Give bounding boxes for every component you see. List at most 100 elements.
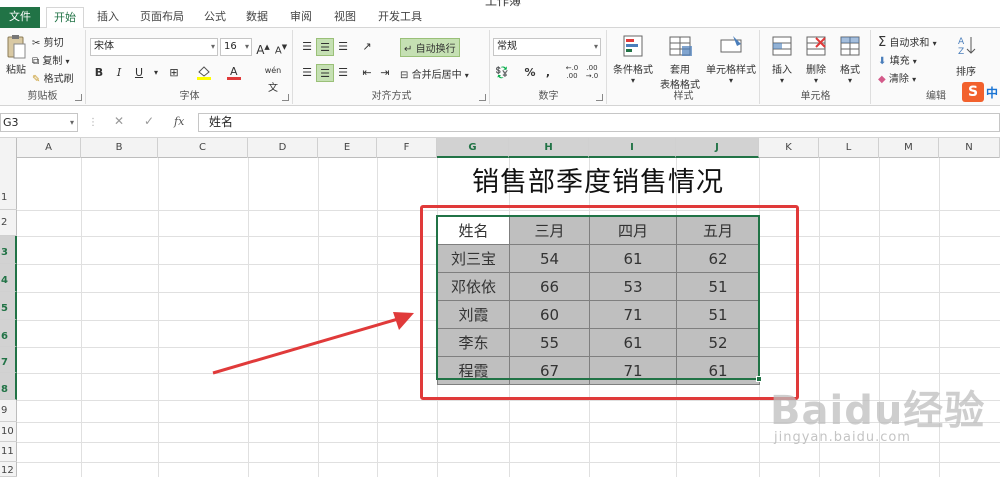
tab-view[interactable]: 视图 [328,7,362,28]
number-format-select[interactable]: 常规 ▾ [493,38,601,56]
group-styles: 条件格式 ▾ 套用 表格格式 单元格样式 ▾ 样式 [608,30,760,104]
wrap-text-button[interactable]: ↵ 自动换行 [400,38,460,57]
accounting-format-button[interactable]: 💱 [493,64,511,82]
font-color-icon: A [227,65,241,80]
autosum-button[interactable]: Σ 自动求和 ▾ [878,34,937,50]
tab-review[interactable]: 审阅 [284,7,318,28]
sort-filter-button[interactable]: AZ 排序 [956,34,978,78]
name-box[interactable]: G3 ▾ [0,113,78,132]
comma-button[interactable]: , [539,64,557,82]
sigma-icon: Σ [878,35,887,50]
group-label-alignment: 对齐方式 [371,91,412,102]
clear-button[interactable]: ◆ 清除 ▾ [878,70,916,85]
font-color-button[interactable]: A [225,64,243,82]
formula-input[interactable]: 姓名 [198,113,1000,132]
insert-cells-button[interactable]: 插入 ▾ [767,34,797,85]
brush-icon: ✎ [32,74,41,85]
clipboard-launcher[interactable] [75,94,82,101]
align-right-button[interactable]: ☰ [334,64,352,82]
cell-styles-button[interactable]: 单元格样式 ▾ [704,34,758,85]
orientation-button[interactable]: ↗ [358,38,376,56]
font-family-select[interactable]: 宋体 ▾ [90,38,218,56]
group-label-font: 字体 [179,91,200,102]
group-alignment: ☰ ☰ ☰ ↗ ↵ 自动换行 ☰ ☰ ☰ ⇤ ⇥ ⊟ 合并后居中 ▾ 对齐方式 [294,30,490,104]
align-center-button[interactable]: ☰ [316,64,334,82]
tab-file[interactable]: 文件 [0,7,40,28]
sort-az-icon: AZ [958,37,976,57]
border-grid-icon: ⊞ [169,66,179,79]
tab-insert[interactable]: 插入 [90,7,126,28]
watermark-logo: Baidu经验 [770,388,986,434]
delete-cells-icon [806,36,826,56]
align-bottom-button[interactable]: ☰ [334,38,352,56]
ime-mode-indicator[interactable]: 中 [986,84,998,101]
format-painter-button[interactable]: ✎ 格式刷 [32,70,74,85]
paste-icon [7,35,26,59]
worksheet[interactable]: A B C D E F G H I J K L M N 1 2 3 4 5 6 … [0,138,1000,477]
bold-button[interactable]: B [90,64,108,82]
group-clipboard: 粘贴 ✂ 剪切 ⧉ 复制 ▾ ✎ 格式刷 剪贴板 [0,30,86,104]
cut-button[interactable]: ✂ 剪切 [32,34,64,49]
percent-button[interactable]: % [521,64,539,82]
fill-color-button[interactable] [195,64,213,82]
eraser-icon: ◆ [878,74,886,85]
format-cells-button[interactable]: 格式 ▾ [835,34,865,85]
tab-developer[interactable]: 开发工具 [372,7,428,28]
table-format-icon [669,36,692,56]
borders-button[interactable]: ⊞ [165,64,183,82]
underline-button[interactable]: U [130,64,148,82]
phonetic-button[interactable]: wén 文 [261,62,285,94]
ime-badge-icon[interactable]: S [962,82,984,102]
scissors-icon: ✂ [32,38,41,49]
group-cells: 插入 ▾ 删除 ▾ 格式 ▾ 单元格 [761,30,871,104]
shrink-font-button[interactable]: A▼ [272,38,290,56]
indent-icon: ⇥ [380,66,390,79]
fill-button[interactable]: ⬇ 填充 ▾ [878,52,917,67]
increase-indent-button[interactable]: ⇥ [376,64,394,82]
group-label-clipboard: 剪贴板 [27,91,58,102]
fill-bucket-icon [197,66,211,80]
watermark-url: jingyan.baidu.com [774,430,911,445]
align-middle-button[interactable]: ☰ [316,38,334,56]
currency-icon: 💱 [495,66,509,79]
copy-icon: ⧉ [32,56,40,67]
tab-formulas[interactable]: 公式 [198,7,232,28]
group-label-styles: 样式 [673,91,694,102]
format-cells-icon [840,36,860,56]
number-launcher[interactable] [596,94,603,101]
paste-button[interactable]: 粘贴 [3,34,29,76]
cancel-entry-icon[interactable]: ✕ [114,114,124,128]
decrease-decimal-button[interactable]: .00 →.0 [583,64,601,82]
tab-home[interactable]: 开始 [46,7,84,29]
group-label-number: 数字 [538,91,559,102]
format-as-table-button[interactable]: 套用 表格格式 [656,34,704,91]
formula-bar: G3 ▾ ⋮ ✕ ✓ fx 姓名 [0,108,1000,138]
confirm-entry-icon[interactable]: ✓ [144,114,154,128]
svg-text:A: A [230,65,238,78]
font-launcher[interactable] [282,94,289,101]
decrease-indent-button[interactable]: ⇤ [358,64,376,82]
tab-data[interactable]: 数据 [240,7,274,28]
align-top-button[interactable]: ☰ [298,38,316,56]
svg-text:Z: Z [958,47,964,56]
orientation-icon: ↗ [362,40,372,53]
font-size-select[interactable]: 16 ▾ [220,38,252,56]
conditional-format-button[interactable]: 条件格式 ▾ [610,34,656,85]
ribbon-tabs: 文件 开始 插入 页面布局 公式 数据 审阅 视图 开发工具 [0,7,1000,29]
delete-cells-button[interactable]: 删除 ▾ [801,34,831,85]
merge-icon: ⊟ [400,70,409,81]
insert-function-button[interactable]: fx [174,115,184,128]
tab-page-layout[interactable]: 页面布局 [134,7,190,28]
merge-center-button[interactable]: ⊟ 合并后居中 ▾ [400,66,469,81]
copy-button[interactable]: ⧉ 复制 ▾ [32,52,70,67]
grow-font-button[interactable]: A▲ [254,38,272,57]
align-left-button[interactable]: ☰ [298,64,316,82]
increase-decimal-button[interactable]: ←.0.00 [563,64,581,82]
underline-dropdown[interactable]: ▾ [147,64,165,82]
italic-button[interactable]: I [110,64,128,82]
group-number: 常规 ▾ 💱 % , ←.0.00 .00 →.0 数字 [491,30,607,104]
baidu-watermark: Baidu经验 jingyan.baidu.com [760,368,1000,468]
conditional-format-icon [623,35,643,57]
alignment-launcher[interactable] [479,94,486,101]
svg-text:A: A [958,37,965,47]
